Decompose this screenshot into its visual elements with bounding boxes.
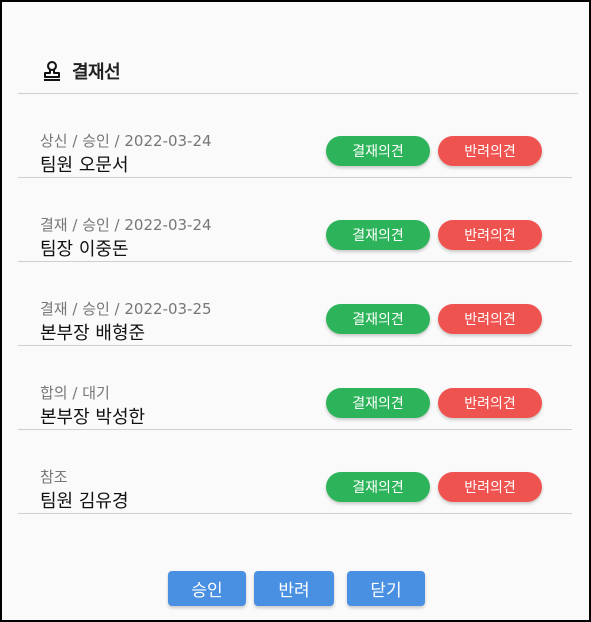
approval-opinion-button[interactable]: 결재의견: [326, 220, 430, 250]
approver-status: 참조: [40, 468, 68, 486]
reject-opinion-button[interactable]: 반려의견: [438, 472, 542, 502]
dialog-title: 결재선: [72, 62, 121, 83]
approve-button[interactable]: 승인: [168, 571, 246, 606]
approver-name: 본부장 박성한: [40, 407, 146, 428]
approval-opinion-button[interactable]: 결재의견: [326, 304, 430, 334]
approver-row: 결재 / 승인 / 2022-03-25 본부장 배형준 결재의견 반려의견: [18, 262, 572, 346]
approval-opinion-button[interactable]: 결재의견: [326, 136, 430, 166]
reject-opinion-button[interactable]: 반려의견: [438, 304, 542, 334]
reject-button[interactable]: 반려: [254, 571, 334, 606]
row-divider: [18, 513, 572, 514]
approver-row: 결재 / 승인 / 2022-03-24 팀장 이중돈 결재의견 반려의견: [18, 178, 572, 262]
approver-status: 결재 / 승인 / 2022-03-25: [40, 300, 212, 318]
approver-name: 팀원 오문서: [40, 155, 129, 176]
approval-opinion-button[interactable]: 결재의견: [326, 472, 430, 502]
approval-line-dialog: 결재선 상신 / 승인 / 2022-03-24 팀원 오문서 결재의견 반려의…: [0, 0, 591, 622]
approver-name: 팀장 이중돈: [40, 239, 129, 260]
reject-opinion-button[interactable]: 반려의견: [438, 220, 542, 250]
approver-status: 합의 / 대기: [40, 384, 110, 402]
approver-status: 결재 / 승인 / 2022-03-24: [40, 216, 212, 234]
reject-opinion-button[interactable]: 반려의견: [438, 388, 542, 418]
approver-name: 팀원 김유경: [40, 491, 129, 512]
approver-row: 합의 / 대기 본부장 박성한 결재의견 반려의견: [18, 346, 572, 430]
stamp-icon: [42, 60, 62, 82]
reject-opinion-button[interactable]: 반려의견: [438, 136, 542, 166]
approver-row: 참조 팀원 김유경 결재의견 반려의견: [18, 430, 572, 514]
approver-status: 상신 / 승인 / 2022-03-24: [40, 132, 212, 150]
approval-opinion-button[interactable]: 결재의견: [326, 388, 430, 418]
dialog-header: 결재선: [42, 57, 121, 85]
approver-name: 본부장 배형준: [40, 323, 146, 344]
close-button[interactable]: 닫기: [347, 571, 425, 606]
approver-row: 상신 / 승인 / 2022-03-24 팀원 오문서 결재의견 반려의견: [18, 94, 572, 178]
